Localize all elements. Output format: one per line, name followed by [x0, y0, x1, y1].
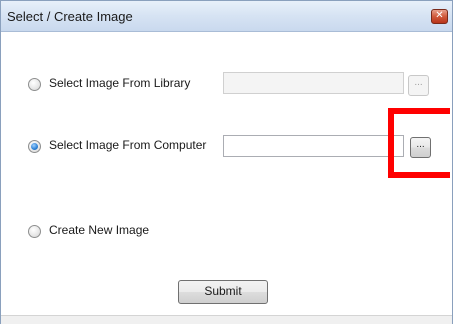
- window-title: Select / Create Image: [7, 9, 133, 24]
- radio-select-from-computer[interactable]: [28, 140, 41, 153]
- dialog-window: Select / Create Image ✕ Select Image Fro…: [0, 0, 453, 324]
- close-button[interactable]: ✕: [431, 9, 448, 24]
- title-bar: Select / Create Image ✕: [1, 1, 452, 32]
- radio-create-new-image[interactable]: [28, 225, 41, 238]
- highlight-annotation: [388, 108, 450, 178]
- library-path-field: [223, 72, 404, 94]
- label-select-from-library: Select Image From Library: [49, 76, 191, 90]
- computer-path-field[interactable]: [223, 135, 404, 157]
- bottom-edge: [1, 315, 452, 324]
- label-select-from-computer: Select Image From Computer: [49, 138, 207, 152]
- label-create-new-image: Create New Image: [49, 223, 150, 237]
- library-browse-button: ...: [408, 75, 429, 96]
- submit-button[interactable]: Submit: [178, 280, 268, 304]
- radio-select-from-library[interactable]: [28, 78, 41, 91]
- close-icon: ✕: [435, 10, 444, 21]
